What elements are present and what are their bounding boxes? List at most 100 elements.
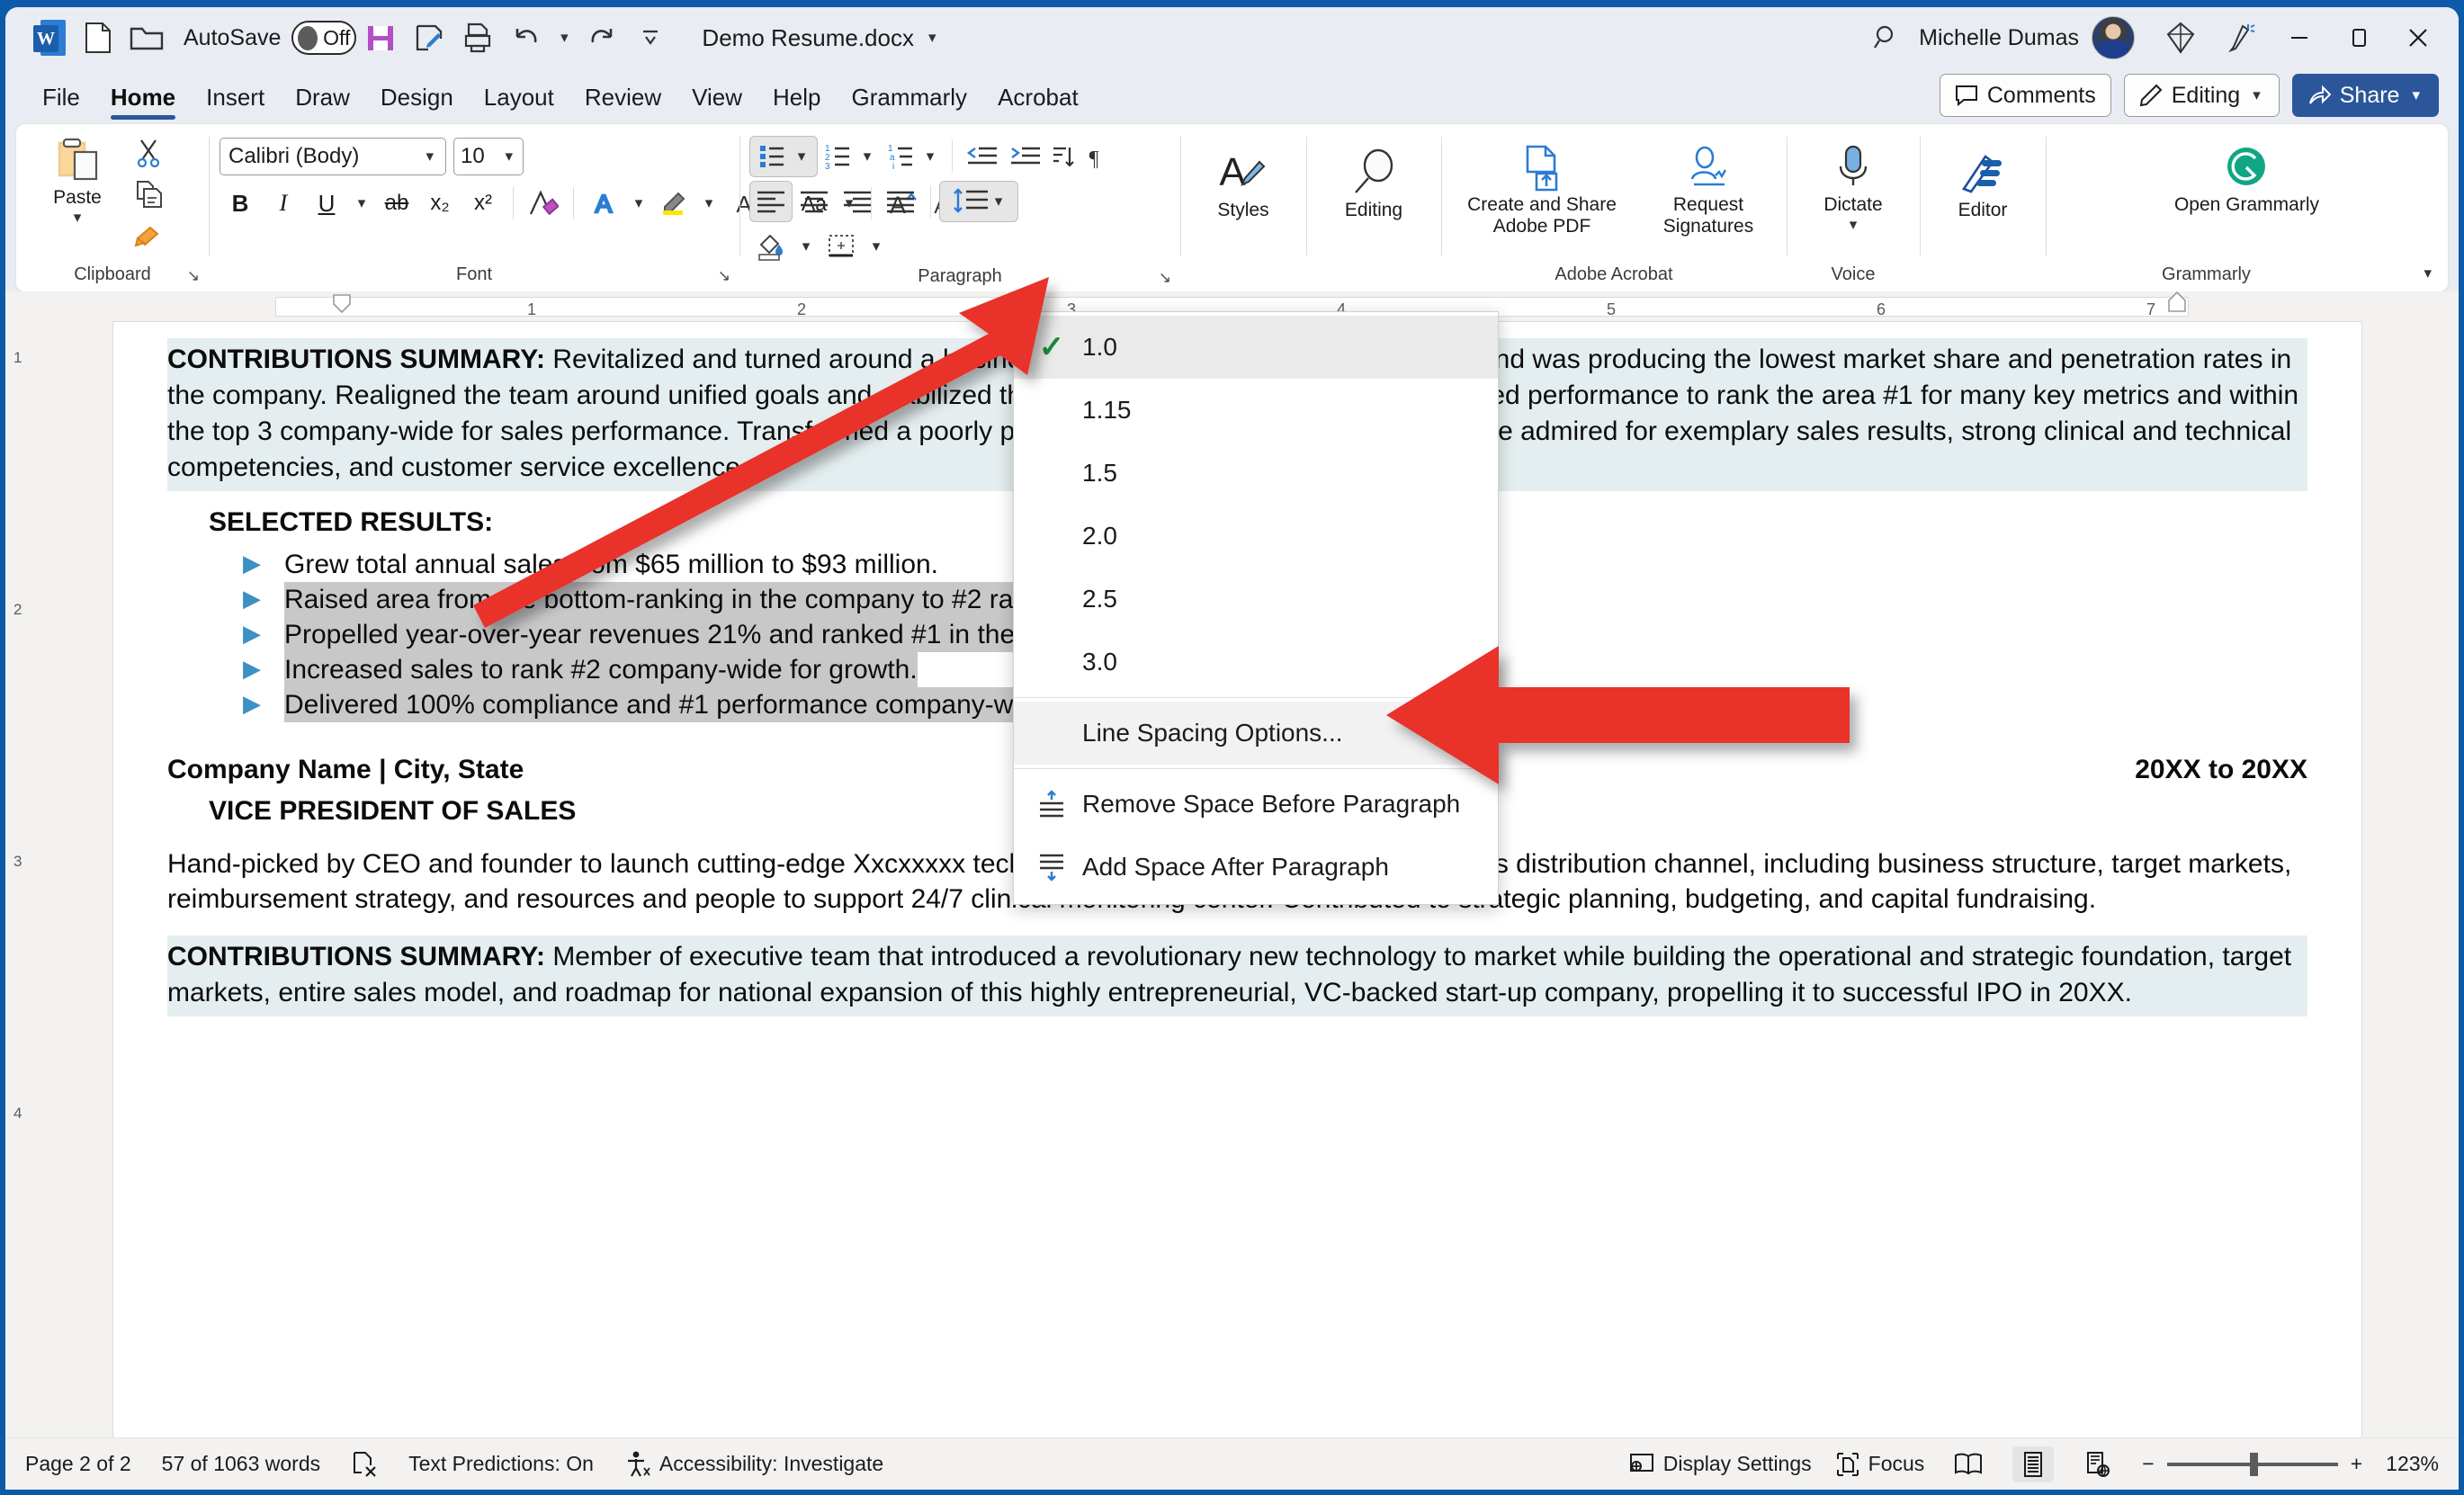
create-and-share-pdf-button[interactable]: Create and Share Adobe PDF <box>1452 139 1632 241</box>
open-folder-icon[interactable] <box>122 15 171 60</box>
focus-button[interactable]: Focus <box>1835 1451 1925 1478</box>
paste-button[interactable]: Paste ▾ <box>27 131 128 230</box>
dictate-button[interactable]: Dictate ▾ <box>1812 139 1895 237</box>
zoom-out-button[interactable]: − <box>2142 1452 2154 1476</box>
multilevel-list-button[interactable]: 1ai ▾ <box>882 137 943 176</box>
zoom-level[interactable]: 123% <box>2386 1452 2439 1476</box>
undo-icon[interactable] <box>502 15 551 60</box>
menu-item-line-spacing-2-5[interactable]: 2.5 <box>1014 568 1498 631</box>
styles-button[interactable]: A Styles <box>1202 144 1285 225</box>
tab-acrobat[interactable]: Acrobat <box>982 84 1094 124</box>
borders-dropdown-icon[interactable]: ▾ <box>864 227 889 266</box>
display-settings-button[interactable]: Display Settings <box>1628 1451 1812 1478</box>
minimize-button[interactable] <box>2271 15 2327 60</box>
vertical-ruler[interactable]: 1 2 3 4 <box>5 322 36 1437</box>
tab-layout[interactable]: Layout <box>469 84 569 124</box>
page-indicator[interactable]: Page 2 of 2 <box>25 1452 131 1476</box>
underline-dropdown-icon[interactable]: ▾ <box>349 184 374 223</box>
document-title[interactable]: Demo Resume.docx ▾ <box>702 24 939 52</box>
show-formatting-marks-button[interactable]: ¶ <box>1079 137 1109 176</box>
line-spacing-button[interactable]: ▾ <box>940 182 1017 221</box>
maximize-button[interactable] <box>2331 15 2387 60</box>
font-dialog-launcher[interactable]: ↘ <box>718 267 730 285</box>
save-as-icon[interactable] <box>405 15 453 60</box>
strikethrough-button[interactable]: ab <box>376 184 417 223</box>
diamond-icon[interactable] <box>2153 15 2209 60</box>
borders-button[interactable] <box>820 227 862 266</box>
align-center-button[interactable] <box>793 182 835 221</box>
bullets-button[interactable]: ▾ <box>750 137 817 176</box>
word-count[interactable]: 57 of 1063 words <box>162 1452 320 1476</box>
shading-dropdown-icon[interactable]: ▾ <box>793 227 819 266</box>
redo-icon[interactable] <box>578 15 626 60</box>
proofing-errors-icon[interactable] <box>351 1450 378 1479</box>
clear-formatting-button[interactable] <box>523 184 564 223</box>
tab-home[interactable]: Home <box>95 84 191 124</box>
menu-item-line-spacing-1-5[interactable]: 1.5 <box>1014 442 1498 505</box>
align-left-button[interactable] <box>750 182 792 221</box>
zoom-thumb[interactable] <box>2250 1453 2258 1476</box>
tab-insert[interactable]: Insert <box>191 84 280 124</box>
menu-item-add-space-after[interactable]: Add Space After Paragraph <box>1014 836 1498 899</box>
sort-button[interactable] <box>1048 137 1077 176</box>
customize-quick-access-icon[interactable] <box>626 15 675 60</box>
new-document-icon[interactable] <box>74 15 122 60</box>
tab-grammarly[interactable]: Grammarly <box>837 84 983 124</box>
open-grammarly-button[interactable]: Open Grammarly <box>2169 139 2325 219</box>
justify-button[interactable] <box>880 182 921 221</box>
pen-highlight-icon[interactable] <box>2212 15 2268 60</box>
line-spacing-dropdown-menu[interactable]: ✓ 1.0 1.15 1.5 2.0 2.5 3.0 Line Spacing … <box>1013 311 1499 905</box>
avatar[interactable] <box>2092 16 2135 59</box>
zoom-track[interactable] <box>2167 1463 2338 1466</box>
tab-review[interactable]: Review <box>569 84 676 124</box>
text-effects-button[interactable]: A <box>583 184 624 223</box>
font-size-combo[interactable]: 10 ▾ <box>453 138 524 175</box>
highlight-dropdown-icon[interactable]: ▾ <box>696 184 721 223</box>
decrease-indent-button[interactable] <box>962 137 1003 176</box>
superscript-button[interactable]: x² <box>462 184 504 223</box>
tab-view[interactable]: View <box>676 84 757 124</box>
zoom-slider[interactable]: − + <box>2142 1452 2362 1476</box>
clipboard-dialog-launcher[interactable]: ↘ <box>187 267 200 285</box>
align-right-button[interactable] <box>837 182 878 221</box>
read-mode-icon[interactable] <box>1948 1446 1989 1482</box>
text-predictions-status[interactable]: Text Predictions: On <box>408 1452 594 1476</box>
close-button[interactable] <box>2390 15 2446 60</box>
contributions-summary-paragraph-2[interactable]: CONTRIBUTIONS SUMMARY: Member of executi… <box>167 935 2307 1016</box>
menu-item-line-spacing-3-0[interactable]: 3.0 <box>1014 631 1498 694</box>
increase-indent-button[interactable] <box>1005 137 1046 176</box>
accessibility-status[interactable]: Accessibility: Investigate <box>624 1450 883 1479</box>
zoom-in-button[interactable]: + <box>2351 1452 2362 1476</box>
menu-item-line-spacing-options[interactable]: Line Spacing Options... <box>1014 702 1498 765</box>
paragraph-dialog-launcher[interactable]: ↘ <box>1159 269 1171 287</box>
shading-button[interactable] <box>750 227 792 266</box>
web-layout-icon[interactable] <box>2077 1446 2119 1482</box>
tab-help[interactable]: Help <box>757 84 836 124</box>
search-icon[interactable] <box>1859 15 1915 60</box>
tab-design[interactable]: Design <box>365 84 469 124</box>
tab-draw[interactable]: Draw <box>280 84 365 124</box>
copy-button[interactable] <box>128 175 169 214</box>
user-name[interactable]: Michelle Dumas <box>1919 25 2079 51</box>
menu-item-remove-space-before[interactable]: Remove Space Before Paragraph <box>1014 773 1498 836</box>
editing-mode-button[interactable]: Editing ▾ <box>2124 74 2280 117</box>
autosave-toggle[interactable]: Off <box>291 21 356 55</box>
print-preview-icon[interactable] <box>453 15 502 60</box>
print-layout-icon[interactable] <box>2012 1446 2054 1482</box>
request-signatures-button[interactable]: Request Signatures <box>1641 139 1776 241</box>
tab-file[interactable]: File <box>27 84 95 124</box>
editing-button[interactable]: Editing <box>1332 144 1415 225</box>
subscript-button[interactable]: x₂ <box>419 184 461 223</box>
comments-button[interactable]: Comments <box>1940 74 2111 117</box>
text-effects-dropdown-icon[interactable]: ▾ <box>626 184 651 223</box>
cut-button[interactable] <box>128 133 169 173</box>
menu-item-line-spacing-2-0[interactable]: 2.0 <box>1014 505 1498 568</box>
font-name-combo[interactable]: Calibri (Body) ▾ <box>220 138 446 175</box>
text-highlight-button[interactable] <box>653 184 694 223</box>
editor-button[interactable]: Editor <box>1941 144 2024 225</box>
share-button[interactable]: Share ▾ <box>2292 74 2439 117</box>
bold-button[interactable]: B <box>220 184 261 223</box>
menu-item-line-spacing-1-15[interactable]: 1.15 <box>1014 379 1498 442</box>
underline-button[interactable]: U <box>306 184 347 223</box>
save-icon[interactable] <box>356 15 405 60</box>
